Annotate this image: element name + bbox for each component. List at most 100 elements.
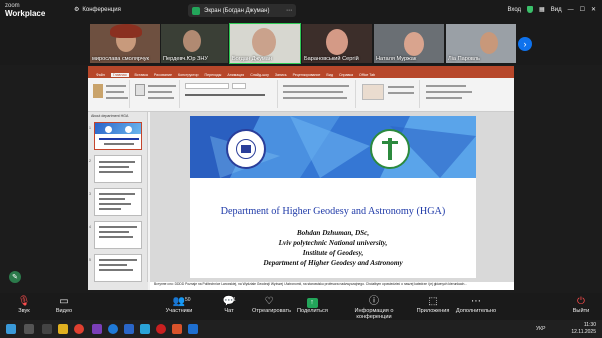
shapes-gallery[interactable] [362,84,384,100]
video-button[interactable]: ▭ Видео [54,296,74,314]
info-icon: ⓘ [369,296,379,307]
ppt-tab[interactable]: Конструктор [178,73,199,77]
ribbon-item [148,97,174,99]
participants-button[interactable]: 👥 50 Участники [164,296,194,314]
lviv-polytechnic-seal-icon [226,129,266,169]
ppt-tab[interactable]: Office Tab [359,73,375,77]
enter-label[interactable]: Вход [507,7,521,13]
ribbon-item [426,91,472,93]
ppt-tab[interactable]: Файл [96,73,105,77]
participant-name: Наталя Муржак [376,56,417,62]
ppt-tab[interactable]: Переходы [205,73,222,77]
minimize-icon[interactable]: — [568,7,574,13]
audio-button[interactable]: 🎙 Звук [14,296,34,314]
ppt-tab[interactable]: Слайд-шоу [250,73,269,77]
ppt-tab[interactable]: Рисование [154,73,172,77]
telegram-icon[interactable] [140,324,150,334]
speaker-notes[interactable]: Вступне сло: DDDD Poznaje na Politechnic… [150,282,514,290]
grid-icon[interactable]: ▦ [539,6,545,13]
leave-button[interactable]: ⏻ Выйти [570,296,592,314]
meeting-info-button[interactable]: ⓘ Информация о конференции [338,296,410,320]
clipboard-group[interactable] [90,80,130,108]
more-button[interactable]: ⋯ Дополнительно [454,296,498,314]
conference-menu[interactable]: ⚙ Конференция [74,6,121,14]
view-label[interactable]: Вид [551,7,562,13]
shared-powerpoint-window: Файл Главная Вставка Рисование Конструктор Пе… [88,66,514,290]
share-button[interactable]: ↑ Поделиться [297,296,328,314]
file-explorer-icon[interactable] [58,324,68,334]
participant-video [404,32,424,56]
drawing-group[interactable] [358,80,420,108]
annotate-pencil-icon[interactable]: ✎ [9,271,21,283]
share-label: Поделиться [297,308,328,314]
zoom-taskbar-icon[interactable] [188,324,198,334]
ribbon-item [106,97,128,99]
input-language[interactable]: УКР [536,326,545,332]
slide-editor[interactable]: Department of Higher Geodesy and Astrono… [150,112,514,282]
participant-tile[interactable]: Ліа Паровль [446,24,516,63]
participant-tile[interactable]: Наталя Муржак [374,24,444,63]
leave-label: Выйти [572,308,590,314]
ppt-tab[interactable]: Главная [110,73,129,77]
next-participants-chevron-icon[interactable]: › [518,37,532,51]
slide-thumbnail[interactable] [94,188,142,216]
font-size-box[interactable] [232,83,246,89]
system-clock[interactable]: 11:30 12.11.2025 [571,322,596,335]
participants-count: 50 [185,297,191,303]
chat-button[interactable]: 💬 1 Чат [220,296,238,314]
task-view-icon[interactable] [42,324,52,334]
current-slide[interactable]: Department of Higher Geodesy and Astrono… [190,116,476,278]
search-icon[interactable] [24,324,34,334]
slides-group[interactable] [132,80,180,108]
font-name-box[interactable] [185,83,229,89]
opera-icon[interactable] [156,324,166,334]
more-options-icon[interactable]: ⋯ [286,7,292,14]
react-button[interactable]: ♡ Отреагировать [252,296,291,314]
ppt-tab[interactable]: Анимация [227,73,244,77]
editing-group[interactable] [422,80,512,108]
maximize-icon[interactable]: ☐ [580,6,585,13]
viber-icon[interactable] [92,324,102,334]
chrome-icon[interactable] [74,324,84,334]
apps-button[interactable]: ⬚ Приложения [416,296,450,314]
edge-icon[interactable] [108,324,118,334]
word-icon[interactable] [124,324,134,334]
powerpoint-icon[interactable] [172,324,182,334]
ppt-status-bar [88,282,148,290]
ppt-tab[interactable]: Вид [326,73,333,77]
slide-thumbnail[interactable] [94,221,142,249]
ppt-tab[interactable]: Вставка [135,73,148,77]
thumb-banner [95,123,141,134]
thumb-text [104,143,134,145]
slide-number: 4 [89,225,91,229]
slide-thumbnail[interactable] [94,254,142,282]
windows-start-icon[interactable] [6,324,16,334]
font-group[interactable] [182,80,278,108]
zoom-logo: zoom Workplace [5,2,45,18]
participant-video [183,30,201,52]
participant-tile[interactable]: Пердевч.Юр ЗНУ [161,24,228,63]
participant-strip: мирослава смолярчук Пердевч.Юр ЗНУ Богда… [0,22,602,65]
participant-tile[interactable]: Барановський Сергій [302,24,372,63]
participant-tile[interactable]: мирослава смолярчук [90,24,160,63]
participant-video [252,28,276,56]
ribbon-item [148,91,172,93]
slide-affiliation-line: Lviv polytechnic National university, [278,239,388,247]
ppt-tab[interactable]: Запись [275,73,287,77]
ppt-tab[interactable]: Справка [339,73,353,77]
mic-muted-icon: 🎙 [17,296,31,307]
close-icon[interactable]: ✕ [591,6,596,13]
ribbon-item [388,92,414,94]
institute-of-geodesy-logo-icon [370,129,410,169]
security-shield-icon[interactable] [527,6,534,13]
ppt-tab[interactable]: Рецензирование [293,73,321,77]
video-label: Видео [55,308,73,314]
ribbon-item [283,97,347,99]
slide-thumbnail-selected[interactable] [94,122,142,150]
slide-thumbnail[interactable] [94,155,142,183]
paragraph-group[interactable] [280,80,356,108]
screen-share-indicator[interactable]: Экран (Богдан Джуман) ⋯ [188,4,296,17]
ppt-ribbon [88,78,514,112]
react-label: Отреагировать [252,308,292,314]
participant-tile-active[interactable]: Богдан Джуман [229,23,301,64]
